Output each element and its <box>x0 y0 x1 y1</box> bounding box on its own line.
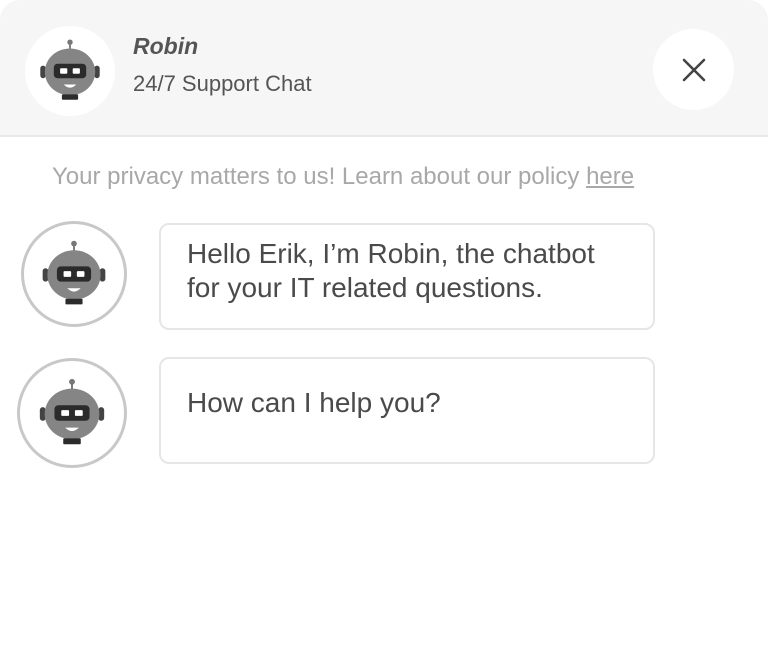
message-text: How can I help you? <box>187 387 441 418</box>
chat-header: Robin 24/7 Support Chat <box>0 0 768 137</box>
robot-icon <box>42 240 106 305</box>
message-avatar <box>17 358 127 468</box>
privacy-policy-link[interactable]: here <box>586 163 634 190</box>
close-button[interactable] <box>653 29 734 110</box>
chat-window: Robin 24/7 Support Chat Your privacy mat… <box>0 0 768 660</box>
robot-icon <box>40 39 100 100</box>
message-text: Hello Erik, I’m Robin, the chatbot for y… <box>187 238 595 303</box>
message-bubble: Hello Erik, I’m Robin, the chatbot for y… <box>159 223 655 330</box>
message-avatar <box>21 221 127 327</box>
robot-icon <box>39 378 105 445</box>
bot-name: Robin <box>133 33 199 59</box>
privacy-notice: Your privacy matters to us! Learn about … <box>52 163 634 191</box>
message-bubble: How can I help you? <box>159 357 655 464</box>
close-icon <box>682 58 705 81</box>
privacy-text: Your privacy matters to us! Learn about … <box>52 163 587 190</box>
header-avatar <box>25 26 115 116</box>
chat-subtitle: 24/7 Support Chat <box>133 71 312 96</box>
